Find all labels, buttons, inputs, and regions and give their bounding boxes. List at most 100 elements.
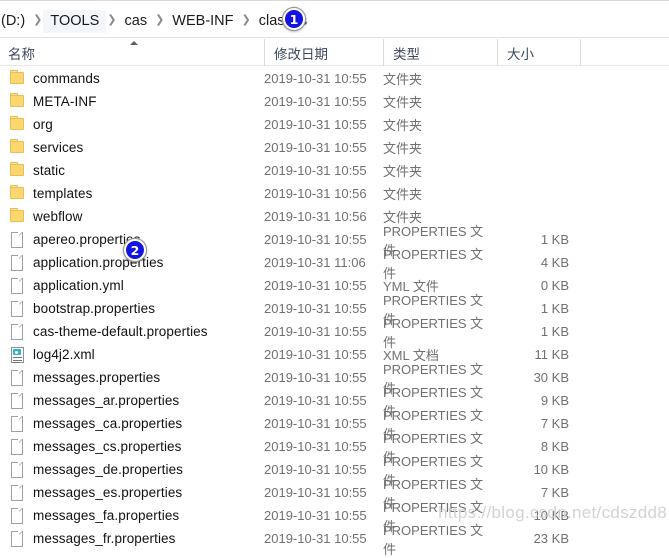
file-name: webflow <box>33 209 83 224</box>
file-icon <box>9 415 26 432</box>
file-icon <box>9 507 26 524</box>
file-size: 23 KB <box>533 531 569 546</box>
file-row[interactable]: cas-theme-default.properties 2019-10-31 1… <box>0 316 669 350</box>
callout-badge-1: 1 <box>283 8 305 30</box>
file-row[interactable]: application.properties 2019-10-31 11:06 PR… <box>0 246 669 281</box>
file-date-modified: 2019-10-31 10:55 <box>264 439 367 454</box>
file-icon <box>9 369 26 386</box>
file-type: 文件夹 <box>383 164 423 179</box>
file-icon <box>9 530 26 547</box>
file-list[interactable]: commands 2019-10-31 10:55 文件夹 META-INF 2019-… <box>0 67 669 557</box>
file-icon <box>9 484 26 501</box>
file-date-modified: 2019-10-31 10:55 <box>264 485 367 500</box>
folder-icon <box>9 116 26 133</box>
sort-ascending-icon <box>130 41 138 45</box>
column-header-row: 名称 修改日期 类型 大小 <box>0 39 669 66</box>
file-date-modified: 2019-10-31 10:55 <box>264 531 367 546</box>
column-header-type-label: 类型 <box>393 46 420 62</box>
file-row[interactable]: messages_es.properties 2019-10-31 10:55 PR… <box>0 477 669 511</box>
folder-icon <box>9 93 26 110</box>
file-row[interactable]: webflow 2019-10-31 10:56 文件夹 <box>0 205 669 228</box>
file-name: messages.properties <box>33 370 161 385</box>
column-header-type[interactable]: 类型 <box>383 39 497 66</box>
file-row[interactable]: messages_cs.properties 2019-10-31 10:55 PR… <box>0 431 669 465</box>
column-header-date-label: 修改日期 <box>274 46 328 62</box>
file-row[interactable]: templates 2019-10-31 10:56 文件夹 <box>0 182 669 205</box>
file-size: 1 KB <box>540 232 569 247</box>
file-row[interactable]: log4j2.xml 2019-10-31 10:55 XML 文档 11 KB <box>0 343 669 366</box>
file-row[interactable]: messages_de.properties 2019-10-31 10:55 PR… <box>0 454 669 488</box>
file-date-modified: 2019-10-31 10:55 <box>264 508 367 523</box>
file-type: PROPERTIES 文件 <box>383 246 484 281</box>
file-type: 文件夹 <box>383 187 423 202</box>
file-row[interactable]: messages_ca.properties 2019-10-31 10:55 PR… <box>0 408 669 442</box>
file-date-modified: 2019-10-31 10:56 <box>264 209 367 224</box>
folder-icon <box>9 208 26 225</box>
address-bar[interactable]: (D:) ❯ TOOLS ❯ cas ❯ WEB-INF ❯ classes <box>0 0 669 38</box>
column-header-size[interactable]: 大小 <box>497 39 580 66</box>
file-date-modified: 2019-10-31 10:55 <box>264 278 367 293</box>
breadcrumb-separator-icon: ❯ <box>241 14 251 26</box>
file-row[interactable]: static 2019-10-31 10:55 文件夹 <box>0 159 669 182</box>
file-type: PROPERTIES 文件 <box>383 522 484 557</box>
file-size: 30 KB <box>533 370 569 385</box>
file-row[interactable]: messages_fr.properties 2019-10-31 10:55 PR… <box>0 522 669 557</box>
file-size <box>497 113 569 136</box>
file-row[interactable]: messages.properties 2019-10-31 10:55 PROPE… <box>0 362 669 396</box>
file-date-modified: 2019-10-31 10:55 <box>264 393 367 408</box>
file-type: 文件夹 <box>383 141 423 156</box>
breadcrumb: (D:) ❯ TOOLS ❯ cas ❯ WEB-INF ❯ classes <box>0 9 314 33</box>
file-size: 10 KB <box>533 462 569 477</box>
file-size <box>497 136 569 159</box>
file-date-modified: 2019-10-31 11:06 <box>264 255 366 270</box>
file-row[interactable]: org 2019-10-31 10:55 文件夹 <box>0 113 669 136</box>
file-name: org <box>33 117 53 132</box>
breadcrumb-item-cas[interactable]: cas <box>118 10 155 33</box>
file-row[interactable]: messages_fa.properties 2019-10-31 10:55 PR… <box>0 500 669 534</box>
file-size <box>497 67 569 90</box>
file-row[interactable]: apereo.properties 2019-10-31 10:55 PROPERT… <box>0 224 669 258</box>
file-size: 10 KB <box>533 508 569 523</box>
file-date-modified: 2019-10-31 10:55 <box>264 301 367 316</box>
file-row[interactable]: services 2019-10-31 10:55 文件夹 <box>0 136 669 159</box>
file-date-modified: 2019-10-31 10:55 <box>264 232 367 247</box>
breadcrumb-item-web-inf[interactable]: WEB-INF <box>165 10 240 33</box>
folder-icon <box>9 162 26 179</box>
file-date-modified: 2019-10-31 10:55 <box>264 71 367 86</box>
file-name: static <box>33 163 66 178</box>
file-icon <box>9 231 26 248</box>
file-name: messages_de.properties <box>33 462 184 477</box>
file-size: 4 KB <box>540 255 569 270</box>
xml-document-icon <box>9 346 26 363</box>
breadcrumb-item-drive[interactable]: (D:) <box>0 10 32 33</box>
file-size: 7 KB <box>540 416 569 431</box>
file-size <box>497 182 569 205</box>
file-size: 0 KB <box>540 278 569 293</box>
breadcrumb-item-tools[interactable]: TOOLS <box>43 9 107 33</box>
breadcrumb-separator-icon: ❯ <box>107 14 117 26</box>
column-header-date-modified[interactable]: 修改日期 <box>264 39 383 66</box>
file-date-modified: 2019-10-31 10:55 <box>264 347 367 362</box>
file-row[interactable]: application.yml 2019-10-31 10:55 YML 文件 0 K… <box>0 274 669 297</box>
file-date-modified: 2019-10-31 10:56 <box>264 186 367 201</box>
file-name: application.yml <box>33 278 124 293</box>
file-icon <box>9 323 26 340</box>
file-size: 9 KB <box>540 393 569 408</box>
file-row[interactable]: META-INF 2019-10-31 10:55 文件夹 <box>0 90 669 113</box>
file-row[interactable]: bootstrap.properties 2019-10-31 10:55 PROP… <box>0 293 669 327</box>
file-date-modified: 2019-10-31 10:55 <box>264 140 367 155</box>
column-header-name[interactable]: 名称 <box>0 39 264 66</box>
file-size <box>497 90 569 113</box>
breadcrumb-separator-icon: ❯ <box>33 14 43 26</box>
file-icon <box>9 392 26 409</box>
folder-icon <box>9 185 26 202</box>
file-icon <box>9 277 26 294</box>
file-icon <box>9 254 26 271</box>
column-header-name-label: 名称 <box>8 46 35 62</box>
file-name: templates <box>33 186 93 201</box>
file-name: log4j2.xml <box>33 347 95 362</box>
file-date-modified: 2019-10-31 10:55 <box>264 94 367 109</box>
file-row[interactable]: messages_ar.properties 2019-10-31 10:55 PR… <box>0 385 669 419</box>
file-name: messages_fr.properties <box>33 531 176 546</box>
file-row[interactable]: commands 2019-10-31 10:55 文件夹 <box>0 67 669 90</box>
